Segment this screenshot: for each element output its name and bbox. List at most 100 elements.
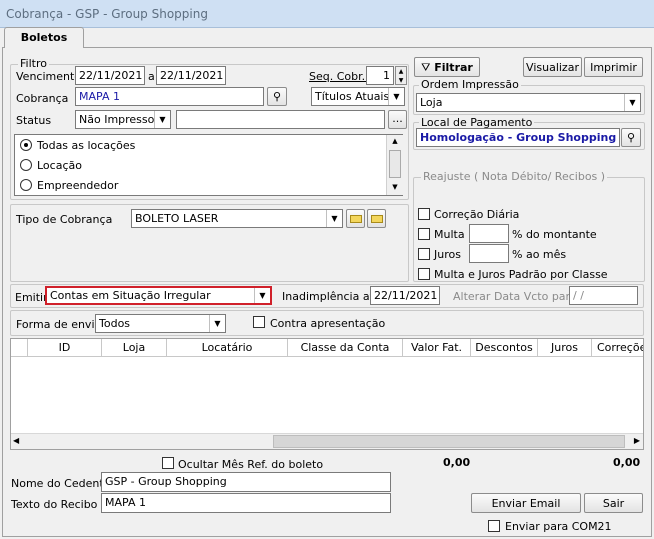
padrao-checkbox[interactable] [418, 268, 430, 280]
multa-label: Multa [434, 228, 465, 241]
inadimplencia-label: Inadimplência até [282, 290, 381, 303]
ordem-value: Loja [420, 96, 443, 109]
sair-button[interactable]: Sair [584, 493, 643, 513]
multa-input[interactable] [469, 224, 509, 243]
local-input[interactable]: Homologação - Group Shopping [416, 128, 620, 147]
scroll-left-icon[interactable]: ◀ [13, 436, 19, 445]
cedente-label: Nome do Cedente [11, 477, 111, 490]
scroll-up-icon[interactable]: ▲ [387, 135, 403, 147]
title-bar: Cobrança - GSP - Group Shopping [0, 0, 654, 28]
com21-checkbox[interactable] [488, 520, 500, 532]
tipo-cobranca-value: BOLETO LASER [135, 212, 219, 225]
status-select[interactable]: Não Impresso ▼ [75, 110, 171, 129]
seq-cobr-input[interactable]: 1 [366, 66, 394, 85]
seq-cobr-label: Seq. Cobr.: [309, 70, 369, 83]
correcao-checkbox[interactable] [418, 208, 430, 220]
col-descontos[interactable]: Descontos [471, 339, 538, 356]
tab-boletos[interactable]: Boletos [4, 27, 84, 48]
multa-checkbox[interactable] [418, 228, 430, 240]
filtrar-label: Filtrar [434, 61, 473, 74]
total-valor: 0,00 [443, 456, 471, 469]
alterar-input[interactable]: / / [569, 286, 638, 305]
seq-spinner[interactable]: ▲ ▼ [395, 66, 407, 85]
col-locatario[interactable]: Locatário [167, 339, 288, 356]
ocultar-label: Ocultar Mês Ref. do boleto [178, 458, 324, 471]
col-correcoes[interactable]: Correções [592, 339, 643, 356]
filtrar-button[interactable]: ⛛ Filtrar [414, 57, 480, 77]
window-title: Cobrança - GSP - Group Shopping [6, 7, 208, 21]
scroll-right-icon[interactable]: ▶ [634, 436, 640, 445]
recibo-label: Texto do Recibo [11, 498, 98, 511]
reajuste-legend: Reajuste ( Nota Débito/ Recibos ) [421, 170, 608, 183]
visualizar-button[interactable]: Visualizar [523, 57, 582, 77]
col-classe[interactable]: Classe da Conta [288, 339, 403, 356]
chevron-down-icon: ▼ [326, 210, 342, 227]
enviar-email-button[interactable]: Enviar Email [471, 493, 581, 513]
binoculars-icon[interactable]: ⚲ [267, 87, 287, 106]
total-correcoes: 0,00 [613, 456, 641, 469]
radio-locacao[interactable] [20, 159, 32, 171]
ocultar-checkbox[interactable] [162, 457, 174, 469]
folder-open-icon[interactable] [367, 209, 386, 228]
emitir-label: Emitir [15, 291, 48, 304]
col-id[interactable]: ID [28, 339, 102, 356]
chevron-down-icon: ▼ [624, 94, 640, 111]
status-value: Não Impresso [79, 113, 155, 126]
tipo-cobranca-label: Tipo de Cobrança [16, 213, 113, 226]
col-valor[interactable]: Valor Fat. [403, 339, 471, 356]
juros-label: Juros [434, 248, 461, 261]
scroll-down-icon[interactable]: ▼ [387, 181, 403, 193]
a-label: a [148, 70, 155, 83]
chevron-down-icon: ▼ [154, 111, 170, 128]
envio-label: Forma de envio [16, 318, 102, 331]
filtro-legend: Filtro [18, 57, 49, 70]
ellipsis-button[interactable]: ... [388, 110, 407, 129]
imprimir-button[interactable]: Imprimir [584, 57, 643, 77]
padrao-label: Multa e Juros Padrão por Classe [434, 268, 608, 281]
scroll-thumb[interactable] [389, 150, 401, 178]
funnel-icon: ⛛ [421, 61, 431, 74]
radio-locacao-label[interactable]: Locação [37, 159, 82, 172]
titulos-select[interactable]: Títulos Atuais ▼ [311, 87, 405, 106]
envio-value: Todos [99, 317, 131, 330]
locacoes-scrollbar[interactable]: ▲ ▼ [386, 135, 403, 195]
multa-suffix: % do montante [512, 228, 597, 241]
chevron-down-icon: ▼ [209, 315, 225, 332]
juros-suffix: % ao mês [512, 248, 567, 261]
alterar-label: Alterar Data Vcto para [453, 290, 577, 303]
emitir-value: Contas em Situação Irregular [50, 289, 211, 302]
status-label: Status [16, 114, 52, 127]
emitir-select[interactable]: Contas em Situação Irregular ▼ [45, 286, 272, 305]
col-juros[interactable]: Juros [538, 339, 592, 356]
cobranca-input[interactable]: MAPA 1 [75, 87, 264, 106]
folder-icon[interactable] [346, 209, 365, 228]
juros-checkbox[interactable] [418, 248, 430, 260]
tipo-cobranca-select[interactable]: BOLETO LASER ▼ [131, 209, 343, 228]
chevron-down-icon: ▼ [254, 288, 270, 303]
envio-select[interactable]: Todos ▼ [95, 314, 226, 333]
status-extra-input[interactable] [176, 110, 385, 129]
inadimplencia-input[interactable]: 22/11/2021 [370, 286, 440, 305]
recibo-input[interactable]: MAPA 1 [101, 493, 391, 513]
ordem-select[interactable]: Loja ▼ [416, 93, 641, 112]
contra-checkbox[interactable] [253, 316, 265, 328]
boletos-grid: ID Loja Locatário Classe da Conta Valor … [10, 338, 644, 450]
radio-empreendedor-label[interactable]: Empreendedor [37, 179, 118, 192]
cedente-input[interactable]: GSP - Group Shopping [101, 472, 391, 492]
ordem-legend: Ordem Impressão [419, 78, 521, 91]
vencimento-ate-input[interactable]: 22/11/2021 [156, 66, 226, 85]
grid-hscrollbar[interactable]: ◀ ▶ [11, 433, 643, 449]
grid-header: ID Loja Locatário Classe da Conta Valor … [11, 339, 643, 357]
radio-todas-label[interactable]: Todas as locações [37, 139, 135, 152]
cobranca-label: Cobrança [16, 92, 69, 105]
hscroll-thumb[interactable] [273, 435, 625, 448]
vencimento-de-input[interactable]: 22/11/2021 [75, 66, 145, 85]
correcao-label: Correção Diária [434, 208, 520, 221]
radio-todas[interactable] [20, 139, 32, 151]
contra-label: Contra apresentação [270, 317, 386, 330]
juros-input[interactable] [469, 244, 509, 263]
binoculars-icon[interactable]: ⚲ [621, 128, 641, 147]
col-loja[interactable]: Loja [102, 339, 167, 356]
radio-empreendedor[interactable] [20, 179, 32, 191]
vencimento-label: Vencimento [16, 70, 82, 83]
